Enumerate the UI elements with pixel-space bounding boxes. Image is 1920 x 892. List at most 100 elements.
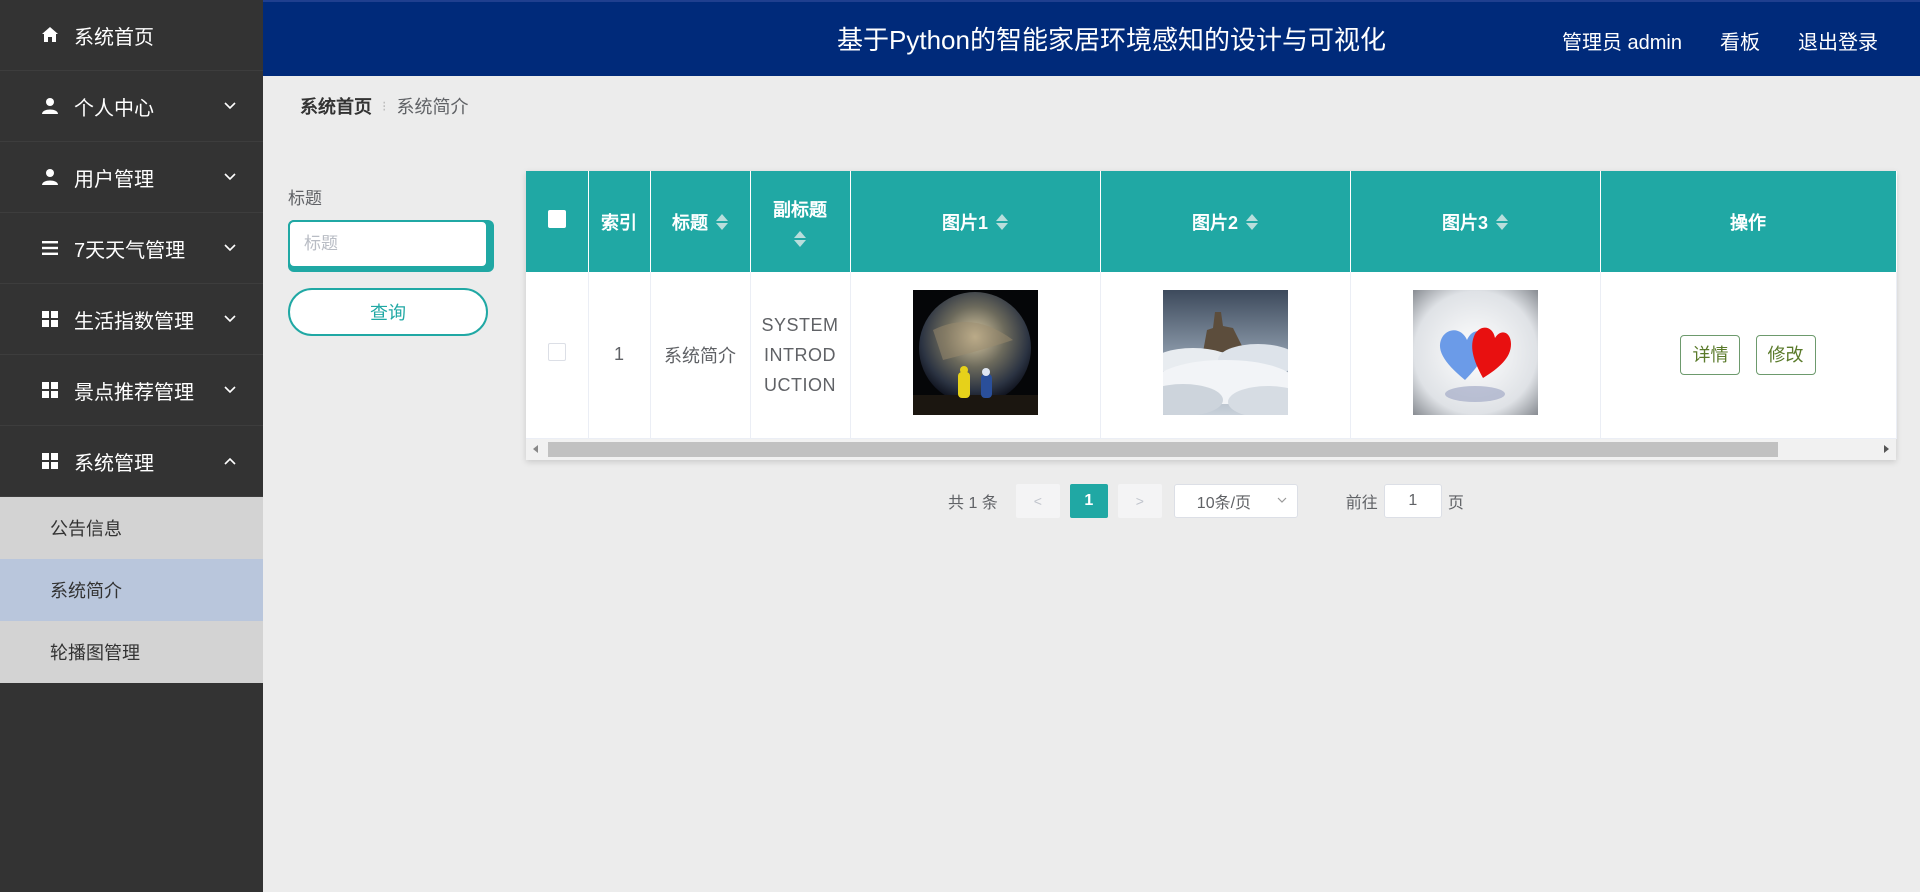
sidebar-item-label: 7天天气管理 <box>74 239 186 262</box>
user-icon <box>40 96 60 116</box>
subtitle-cell: SYSTEM INTRODUCTION <box>750 272 851 439</box>
submenu-item-notice[interactable]: 公告信息 <box>0 497 263 559</box>
prev-page-button[interactable]: < <box>1015 484 1060 518</box>
sidebar-item-life-index[interactable]: 生活指数管理 <box>0 284 263 355</box>
submenu-item-system-intro[interactable]: 系统简介 <box>0 559 263 621</box>
sidebar-item-label: 系统管理 <box>74 452 154 475</box>
board-link[interactable]: 看板 <box>1720 26 1760 55</box>
column-header-label: 副标题 <box>773 200 827 220</box>
image2-cell <box>1100 272 1351 439</box>
index-cell: 1 <box>588 272 651 439</box>
scroll-right-arrow-icon[interactable] <box>1884 445 1889 453</box>
chevron-down-icon <box>224 102 236 110</box>
sidebar-item-system-management[interactable]: 系统管理 <box>0 426 263 497</box>
pagination: 共 1 条 < 1 > 10条/页 前往 页 <box>948 484 1464 518</box>
sidebar-item-attractions[interactable]: 景点推荐管理 <box>0 355 263 426</box>
row-checkbox[interactable] <box>547 343 566 362</box>
image1-cell <box>850 272 1101 439</box>
submenu-item-carousel[interactable]: 轮播图管理 <box>0 621 263 683</box>
search-button[interactable]: 查询 <box>288 288 488 336</box>
column-header-label: 标题 <box>672 212 708 233</box>
chevron-down-icon <box>224 173 236 181</box>
column-header-label: 图片3 <box>1441 212 1488 233</box>
chevron-up-icon <box>224 457 236 465</box>
list-icon <box>40 238 60 258</box>
sort-icon[interactable] <box>996 213 1008 230</box>
sidebar: 系统首页 个人中心 用户管理 7天天气管理 生活指数管理 景点推荐管理 系统管理… <box>0 0 263 892</box>
home-icon <box>40 25 60 45</box>
sort-icon[interactable] <box>1496 213 1508 230</box>
system-submenu: 公告信息 系统简介 轮播图管理 <box>0 497 263 683</box>
sort-icon[interactable] <box>1246 213 1258 230</box>
chevron-down-icon <box>224 244 236 252</box>
goto-label: 前往 <box>1345 495 1378 512</box>
breadcrumb-separator-icon: ⁝ <box>382 97 387 114</box>
sidebar-item-user-management[interactable]: 用户管理 <box>0 142 263 213</box>
select-all-checkbox[interactable] <box>547 210 566 228</box>
column-header-label: 图片2 <box>1191 212 1238 233</box>
hearts-thumbnail-image[interactable] <box>1412 289 1538 415</box>
planet-thumbnail-image[interactable] <box>912 289 1038 415</box>
page-number-button[interactable]: 1 <box>1069 484 1108 518</box>
header-actions: 管理员 admin 看板 退出登录 <box>1562 2 1878 78</box>
chevron-down-icon <box>1277 497 1287 503</box>
grid-icon <box>40 309 60 329</box>
sidebar-item-label: 系统首页 <box>74 26 154 49</box>
column-header-image3[interactable]: 图片3 <box>1350 171 1601 272</box>
scroll-left-arrow-icon[interactable] <box>533 445 538 453</box>
scrollbar-thumb[interactable] <box>548 442 1778 457</box>
table-header-row: 索引 标题 副标题 图片1 图片2 图片3 操作 <box>526 171 1897 272</box>
column-header-image1[interactable]: 图片1 <box>850 171 1101 272</box>
admin-user-label[interactable]: 管理员 admin <box>1562 26 1682 55</box>
image3-cell <box>1350 272 1601 439</box>
next-page-button[interactable]: > <box>1117 484 1162 518</box>
goto-page: 前往 页 <box>1346 484 1464 518</box>
sidebar-item-home[interactable]: 系统首页 <box>0 0 263 71</box>
sort-icon[interactable] <box>716 213 728 230</box>
column-header-index: 索引 <box>588 171 651 272</box>
chevron-down-icon <box>224 315 236 323</box>
top-header: 基于Python的智能家居环境感知的设计与可视化 管理员 admin 看板 退出… <box>263 0 1920 76</box>
chevron-down-icon <box>224 386 236 394</box>
search-input-wrapper <box>288 220 494 272</box>
title-cell: 系统简介 <box>650 272 751 439</box>
grid-icon <box>40 451 60 471</box>
grid-icon <box>40 380 60 400</box>
horizontal-scrollbar[interactable] <box>526 439 1896 460</box>
sidebar-item-label: 景点推荐管理 <box>74 381 194 404</box>
castle-clouds-thumbnail-image[interactable] <box>1162 289 1288 415</box>
column-header-title[interactable]: 标题 <box>650 171 751 272</box>
search-title-input[interactable] <box>288 220 488 268</box>
column-header-label: 图片1 <box>941 212 988 233</box>
sidebar-item-personal-center[interactable]: 个人中心 <box>0 71 263 142</box>
edit-button[interactable]: 修改 <box>1755 334 1816 375</box>
search-title-label: 标题 <box>288 189 322 208</box>
sidebar-item-label: 个人中心 <box>74 97 154 120</box>
submenu-item-label: 轮播图管理 <box>50 643 140 663</box>
sort-icon[interactable] <box>794 231 806 247</box>
submenu-item-label: 公告信息 <box>50 519 122 539</box>
breadcrumb: 系统首页 ⁝ 系统简介 <box>300 93 468 119</box>
column-header-actions: 操作 <box>1600 171 1897 272</box>
select-all-header <box>526 171 589 272</box>
page-size-select[interactable]: 10条/页 <box>1173 484 1298 518</box>
data-table: 索引 标题 副标题 图片1 图片2 图片3 操作 1 系统简介 SYSTEM I… <box>526 171 1897 460</box>
actions-cell: 详情 修改 <box>1600 272 1897 439</box>
breadcrumb-current: 系统简介 <box>396 97 469 117</box>
column-header-subtitle[interactable]: 副标题 <box>750 171 851 272</box>
logout-link[interactable]: 退出登录 <box>1798 26 1878 55</box>
page-size-value: 10条/页 <box>1196 495 1252 512</box>
goto-page-input[interactable] <box>1383 484 1442 518</box>
submenu-item-label: 系统简介 <box>50 581 122 601</box>
pagination-total: 共 1 条 <box>948 495 998 512</box>
row-select-cell <box>526 272 589 439</box>
sidebar-item-label: 生活指数管理 <box>74 310 194 333</box>
page-suffix-label: 页 <box>1447 495 1464 512</box>
column-header-image2[interactable]: 图片2 <box>1100 171 1351 272</box>
user-icon <box>40 167 60 187</box>
table-row: 1 系统简介 SYSTEM INTRODUCTION 详情 修改 <box>526 272 1897 439</box>
sidebar-item-weather[interactable]: 7天天气管理 <box>0 213 263 284</box>
detail-button[interactable]: 详情 <box>1680 334 1741 375</box>
sidebar-item-label: 用户管理 <box>74 168 154 191</box>
breadcrumb-home[interactable]: 系统首页 <box>300 93 372 119</box>
